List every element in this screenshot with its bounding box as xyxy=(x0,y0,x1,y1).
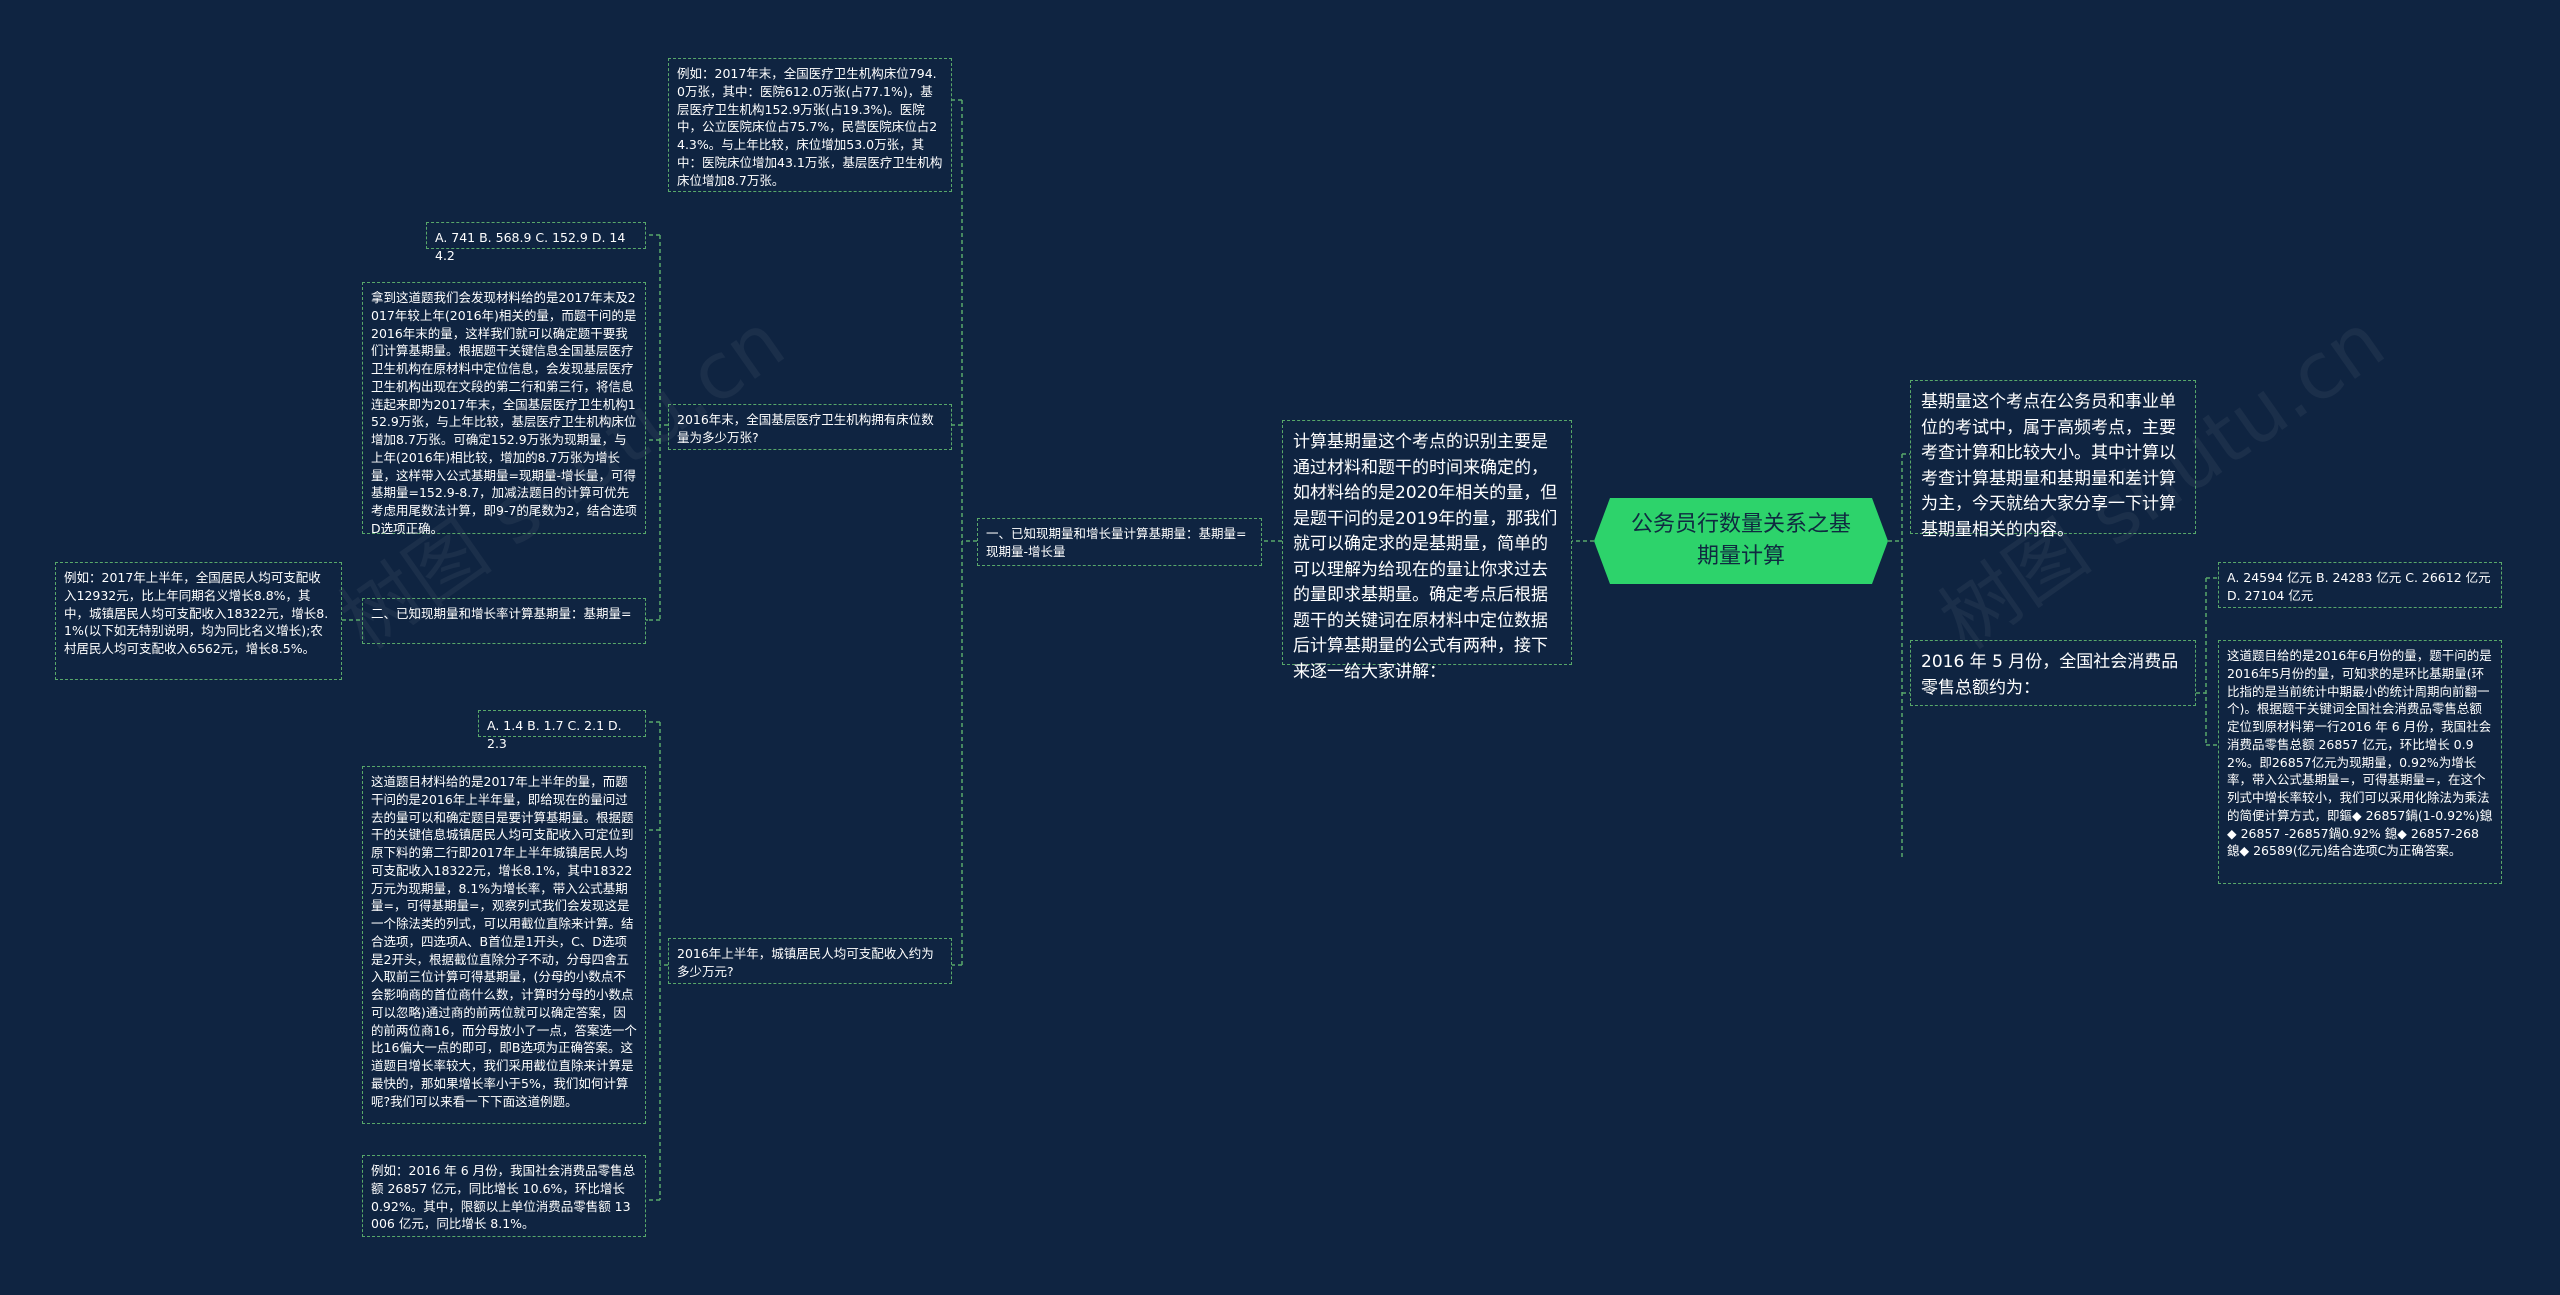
link-root-right xyxy=(1888,453,1910,860)
right-options[interactable]: A. 24594 亿元 B. 24283 亿元 C. 26612 亿元 D. 2… xyxy=(2218,562,2502,608)
link-b1-options xyxy=(646,234,668,441)
branch2-question[interactable]: 2016年上半年，城镇居民人均可支配收入约为多少万元? xyxy=(668,938,952,984)
link-right-q-branches xyxy=(2196,577,2218,746)
right-analysis[interactable]: 这道题目给的是2016年6月份的量，题干问的是2016年5月份的量，可知求的是环… xyxy=(2218,640,2502,884)
link-b2-example xyxy=(646,440,661,621)
branch1-analysis[interactable]: 拿到这道题我们会发现材料给的是2017年末及2017年较上年(2016年)相关的… xyxy=(362,282,646,536)
right-summary[interactable]: 基期量这个考点在公务员和事业单位的考试中，属于高频考点，主要考查计算和比较大小。… xyxy=(1910,380,2196,540)
branch1-label[interactable]: 一、已知现期量和增长量计算基期量：基期量=现期量-增长量 xyxy=(977,518,1262,566)
branch2-example2[interactable]: 例如：2016 年 6 月份，我国社会消费品零售总额 26857 亿元，同比增长… xyxy=(362,1155,646,1237)
link-b2-q xyxy=(646,721,668,1201)
branch2-options[interactable]: A. 1.4 B. 1.7 C. 2.1 D. 2.3 xyxy=(478,710,646,751)
branch2-analysis[interactable]: 这道题目材料给的是2017年上半年的量，而题干问的是2016年上半年量，即给现在… xyxy=(362,766,646,1124)
intro-node[interactable]: 计算基期量这个考点的识别主要是通过材料和题干的时间来确定的，如材料给的是2020… xyxy=(1282,420,1572,682)
right-question[interactable]: 2016 年 5 月份，全国社会消费品零售总额约为： xyxy=(1910,640,2196,706)
root-topic[interactable]: 公务员行数量关系之基期量计算 xyxy=(1594,498,1888,584)
branch1-example[interactable]: 例如：2017年末，全国医疗卫生机构床位794.0万张，其中：医院612.0万张… xyxy=(668,58,952,192)
branch2-label[interactable]: 二、已知现期量和增长率计算基期量：基期量= xyxy=(362,598,646,644)
branch1-question[interactable]: 2016年末，全国基层医疗卫生机构拥有床位数量为多少万张? xyxy=(668,404,952,450)
link-hub-branches xyxy=(952,99,977,966)
branch1-options[interactable]: A. 741 B. 568.9 C. 152.9 D. 144.2 xyxy=(426,222,646,263)
branch2-example[interactable]: 例如：2017年上半年，全国居民人均可支配收入12932元，比上年同期名义增长8… xyxy=(55,562,342,680)
